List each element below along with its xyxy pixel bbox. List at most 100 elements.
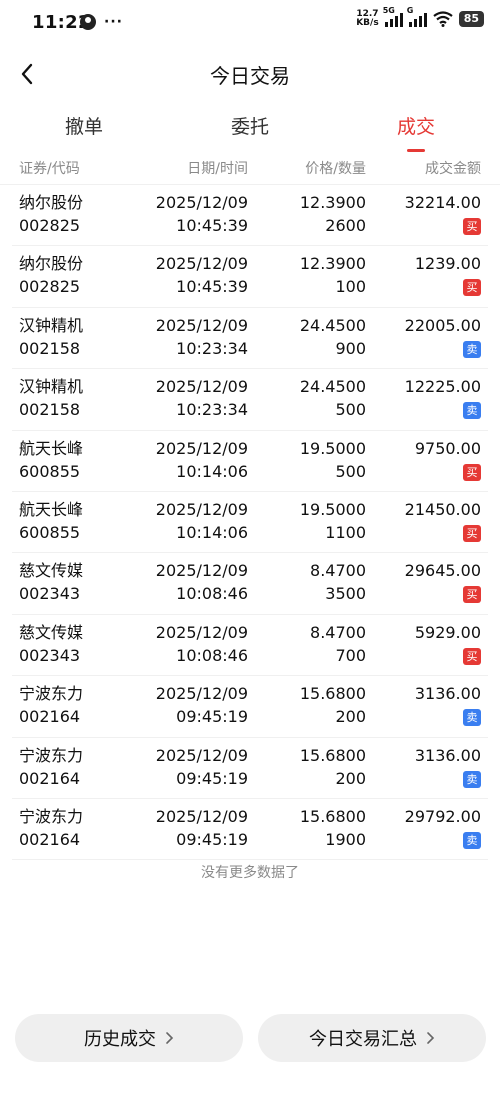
trade-price: 24.4500 [299, 315, 366, 335]
buy-badge: 买 [463, 463, 481, 481]
trade-date: 2025/12/09 [155, 561, 248, 581]
trade-price: 8.4700 [310, 561, 366, 581]
trade-row[interactable]: 纳尔股份 002825 2025/12/09 10:45:39 12.3900 2600 3… [12, 185, 488, 247]
no-more-data-text: 没有更多数据了 [201, 865, 299, 881]
trade-row[interactable]: 慈文传媒 002343 2025/12/09 10:08:46 8.4700 700 592… [12, 615, 488, 677]
stock-code: 600855 [19, 522, 81, 542]
trade-amount: 29792.00 [404, 806, 481, 826]
battery-indicator: 85 [458, 11, 484, 27]
status-right-icons: 12.7 KB/s 5G G 85 [356, 6, 484, 28]
trade-amount: 3136.00 [414, 684, 481, 704]
sell-badge: 卖 [463, 402, 481, 420]
trade-row[interactable]: 宁波东力 002164 2025/12/09 09:45:19 15.6800 200 31… [12, 676, 488, 738]
trade-quantity: 1900 [325, 829, 366, 849]
stock-code: 002164 [19, 829, 81, 849]
stock-name: 宁波东力 [19, 806, 84, 826]
trade-amount: 3136.00 [414, 745, 481, 765]
trade-date: 2025/12/09 [155, 377, 248, 397]
trade-time: 10:14:06 [176, 461, 248, 481]
stock-name: 纳尔股份 [19, 254, 84, 274]
trade-price: 15.6800 [299, 684, 366, 704]
status-left-icons: ··· [80, 14, 123, 30]
sell-badge: 卖 [463, 709, 481, 727]
buy-badge: 买 [463, 218, 481, 235]
trade-quantity: 3500 [325, 584, 366, 604]
trade-amount: 32214.00 [404, 193, 481, 212]
trade-price: 15.6800 [299, 745, 366, 765]
tab-cancel-order[interactable]: 撤单 [24, 112, 144, 139]
stock-code: 002343 [19, 645, 81, 665]
trade-time: 09:45:19 [176, 829, 248, 849]
trade-amount: 22005.00 [404, 315, 481, 335]
stock-name: 航天长峰 [19, 438, 84, 458]
trade-time: 10:08:46 [176, 584, 248, 604]
today-trade-summary-button[interactable]: 今日交易汇总 [258, 1014, 486, 1062]
trade-price: 19.5000 [299, 499, 366, 519]
stock-name: 慈文传媒 [19, 622, 84, 642]
stock-name: 纳尔股份 [19, 193, 84, 212]
trade-row[interactable]: 慈文传媒 002343 2025/12/09 10:08:46 8.4700 3500 29… [12, 553, 488, 615]
stock-name: 汉钟精机 [19, 315, 84, 335]
stock-code: 002158 [19, 400, 81, 420]
trade-date: 2025/12/09 [155, 193, 248, 212]
trade-price: 12.3900 [299, 193, 366, 212]
trade-quantity: 200 [335, 707, 366, 727]
chevron-right-icon [427, 1032, 435, 1044]
trade-list: 纳尔股份 002825 2025/12/09 10:45:39 12.3900 2600 3… [0, 185, 500, 861]
sell-badge: 卖 [463, 831, 481, 849]
trade-amount: 21450.00 [404, 499, 481, 519]
trade-price: 8.4700 [310, 622, 366, 642]
trade-date: 2025/12/09 [155, 684, 248, 704]
column-header-row: 证券/代码 日期/时间 价格/数量 成交金额 [0, 156, 500, 185]
stock-code: 002164 [19, 707, 81, 727]
trade-quantity: 900 [335, 338, 366, 358]
trade-time: 10:45:39 [176, 277, 248, 297]
trade-row[interactable]: 汉钟精机 002158 2025/12/09 10:23:34 24.4500 900 22… [12, 308, 488, 370]
history-trades-button[interactable]: 历史成交 [15, 1014, 243, 1062]
trade-date: 2025/12/09 [155, 806, 248, 826]
trade-amount: 5929.00 [414, 622, 481, 642]
trade-time: 10:23:34 [176, 400, 248, 420]
trade-price: 24.4500 [299, 377, 366, 397]
trade-time: 09:45:19 [176, 707, 248, 727]
trade-time: 10:08:46 [176, 645, 248, 665]
stock-name: 航天长峰 [19, 499, 84, 519]
header-bar: 今日交易 [0, 50, 500, 100]
trade-date: 2025/12/09 [155, 745, 248, 765]
stock-code: 002164 [19, 768, 81, 788]
trade-price: 12.3900 [299, 254, 366, 274]
trade-quantity: 2600 [325, 216, 366, 235]
trade-row[interactable]: 宁波东力 002164 2025/12/09 09:45:19 15.6800 1900 2… [12, 799, 488, 861]
trade-price: 15.6800 [299, 806, 366, 826]
tab-orders[interactable]: 委托 [190, 112, 310, 139]
trade-date: 2025/12/09 [155, 315, 248, 335]
tab-executions[interactable]: 成交 [356, 112, 476, 152]
trade-row[interactable]: 纳尔股份 002825 2025/12/09 10:45:39 12.3900 100 12… [12, 246, 488, 308]
trade-quantity: 200 [335, 768, 366, 788]
stock-code: 002343 [19, 584, 81, 604]
stock-name: 汉钟精机 [19, 377, 84, 397]
app-notification-icon [80, 14, 96, 30]
trade-row[interactable]: 航天长峰 600855 2025/12/09 10:14:06 19.5000 1100 2… [12, 492, 488, 554]
buy-badge: 买 [463, 524, 481, 542]
trade-date: 2025/12/09 [155, 622, 248, 642]
trade-date: 2025/12/09 [155, 254, 248, 274]
column-header-datetime: 日期/时间 [187, 161, 248, 177]
buy-badge: 买 [463, 647, 481, 665]
trade-row[interactable]: 汉钟精机 002158 2025/12/09 10:23:34 24.4500 500 12… [12, 369, 488, 431]
trade-date: 2025/12/09 [155, 438, 248, 458]
trade-time: 09:45:19 [176, 768, 248, 788]
stock-name: 宁波东力 [19, 684, 84, 704]
trade-row[interactable]: 宁波东力 002164 2025/12/09 09:45:19 15.6800 200 31… [12, 738, 488, 799]
stock-name: 慈文传媒 [19, 561, 84, 581]
stock-code: 002825 [19, 277, 81, 297]
column-header-security: 证券/代码 [19, 161, 80, 177]
trade-row[interactable]: 航天长峰 600855 2025/12/09 10:14:06 19.5000 500 97… [12, 431, 488, 492]
trade-quantity: 100 [335, 277, 366, 297]
network-speed: 12.7 KB/s [356, 9, 379, 28]
wifi-icon [433, 11, 453, 27]
signal-g-icon: G [407, 6, 427, 27]
page-title: 今日交易 [210, 64, 290, 88]
trade-quantity: 700 [335, 645, 366, 665]
trade-date: 2025/12/09 [155, 499, 248, 519]
